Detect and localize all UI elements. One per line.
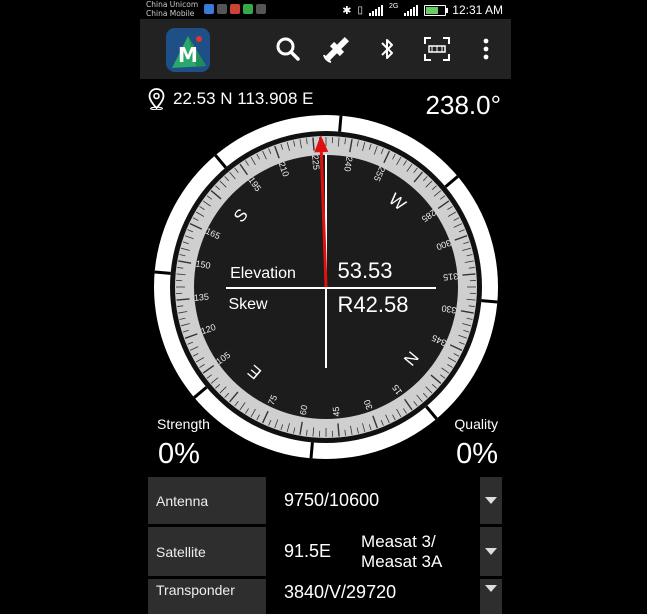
carrier-info: China Unicom China Mobile bbox=[146, 0, 198, 18]
satellite-select[interactable]: 91.5E Measat 3/Measat 3A bbox=[268, 527, 478, 576]
satellite-dropdown-button[interactable] bbox=[480, 527, 502, 576]
degree-label: 45 bbox=[331, 406, 342, 417]
strength-label: Strength bbox=[157, 416, 210, 432]
ring-notch bbox=[154, 270, 171, 275]
notification-icons bbox=[204, 4, 266, 14]
transponder-value: 3840/V/29720 bbox=[284, 582, 397, 602]
antenna-select[interactable]: 9750/10600 bbox=[268, 477, 478, 524]
more-vert-icon[interactable] bbox=[469, 31, 503, 67]
search-icon[interactable] bbox=[271, 31, 305, 67]
app-screen: China Unicom China Mobile ✱ ▯ 2G 12:31 A… bbox=[140, 0, 511, 614]
logo-icon: M bbox=[166, 28, 210, 72]
app-toolbar: M bbox=[140, 19, 511, 79]
skew-value: R42.58 bbox=[338, 292, 409, 317]
degree-label: 315 bbox=[443, 271, 459, 282]
coordinates: 22.53 N 113.908 E bbox=[173, 89, 314, 108]
ar-scan-icon[interactable] bbox=[420, 31, 454, 67]
degree-label: 225 bbox=[310, 154, 321, 170]
ring-notch bbox=[481, 299, 498, 304]
status-bar: China Unicom China Mobile ✱ ▯ 2G 12:31 A… bbox=[140, 0, 511, 19]
transponder-dropdown-button[interactable] bbox=[480, 579, 502, 614]
network-type: 2G bbox=[388, 3, 399, 10]
ring-notch bbox=[338, 115, 343, 132]
notification-icon bbox=[256, 4, 266, 14]
compass-dial: 1530456075105120135150165195210 225 240255… bbox=[154, 115, 498, 459]
transponder-label: Transponder bbox=[148, 579, 266, 614]
elevation-label: Elevation bbox=[230, 265, 296, 282]
clock: 12:31 AM bbox=[452, 3, 503, 17]
antenna-row: Antenna 9750/10600 bbox=[148, 477, 502, 524]
signal-icon bbox=[368, 4, 383, 16]
degree-label: 135 bbox=[193, 292, 209, 303]
transponder-row: Transponder 3840/V/29720 bbox=[148, 579, 502, 614]
satellite-label: Satellite bbox=[148, 527, 266, 576]
transponder-select[interactable]: 3840/V/29720 bbox=[268, 579, 478, 614]
chevron-down-icon bbox=[485, 497, 497, 504]
app-logo[interactable]: M bbox=[166, 28, 210, 72]
antenna-dropdown-button[interactable] bbox=[480, 477, 502, 524]
bluetooth-icon[interactable] bbox=[370, 31, 404, 67]
signal-icon-2 bbox=[404, 4, 419, 16]
chevron-down-icon bbox=[485, 585, 497, 592]
notification-icon bbox=[230, 4, 240, 14]
strength-value: 0% bbox=[158, 438, 200, 470]
satellite-position: 91.5E bbox=[284, 541, 332, 561]
satellite-finder-icon[interactable] bbox=[320, 31, 354, 67]
location-readout: 22.53 N 113.908 E bbox=[148, 88, 314, 110]
chevron-down-icon bbox=[485, 548, 497, 555]
vibrate-icon: ▯ bbox=[357, 4, 363, 16]
satellite-name: Measat 3/Measat 3A bbox=[361, 531, 443, 571]
notification-icon bbox=[217, 4, 227, 14]
notification-icon bbox=[243, 4, 253, 14]
battery-icon bbox=[424, 4, 449, 16]
quality-label: Quality bbox=[454, 416, 498, 432]
satellite-row: Satellite 91.5E Measat 3/Measat 3A bbox=[148, 527, 502, 576]
quality-value: 0% bbox=[456, 438, 498, 470]
bluetooth-status-icon: ✱ bbox=[342, 4, 352, 17]
elevation-value: 53.53 bbox=[337, 258, 392, 283]
degree-label: 60 bbox=[298, 404, 310, 416]
status-right: ✱ ▯ 2G 12:31 AM bbox=[342, 3, 503, 17]
notification-icon bbox=[204, 4, 214, 14]
logo-letter: M bbox=[178, 43, 198, 67]
location-pin-icon bbox=[148, 88, 165, 110]
antenna-label: Antenna bbox=[148, 477, 266, 524]
carrier-1: China Unicom bbox=[146, 0, 199, 9]
carrier-2: China Mobile bbox=[146, 9, 195, 18]
ring-notch bbox=[309, 442, 314, 459]
skew-label: Skew bbox=[228, 296, 268, 313]
antenna-value: 9750/10600 bbox=[284, 490, 380, 510]
